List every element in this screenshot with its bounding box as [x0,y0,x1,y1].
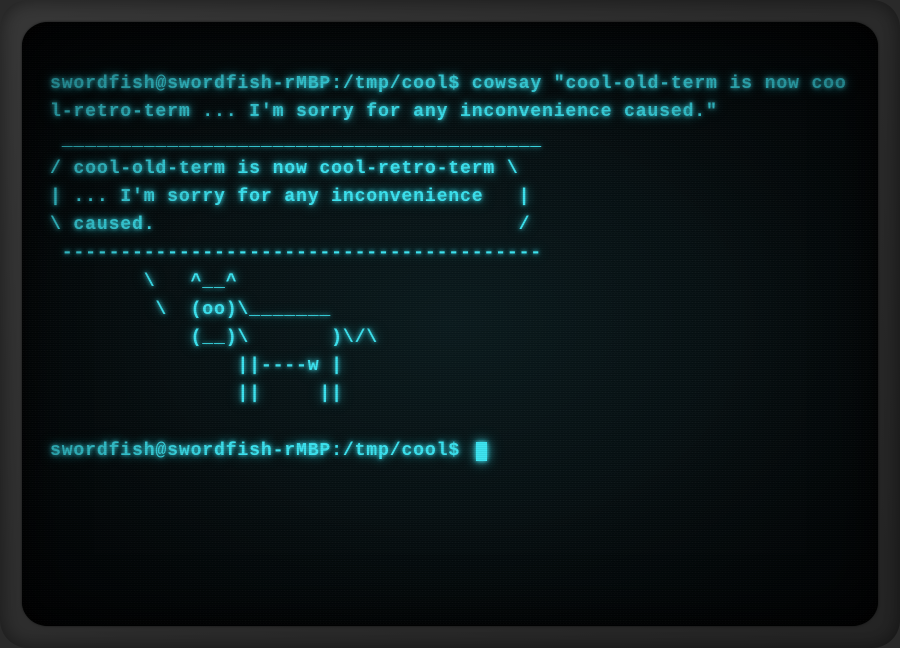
prompt-symbol: $ [448,74,460,94]
crt-monitor-frame: swordfish@swordfish-rMBP:/tmp/cool$ cows… [0,0,900,648]
command-line-1: swordfish@swordfish-rMBP:/tmp/cool$ cows… [50,70,850,126]
prompt-path: /tmp/cool [343,74,448,94]
prompt-path: /tmp/cool [343,441,448,461]
crt-screen: swordfish@swordfish-rMBP:/tmp/cool$ cows… [22,22,878,626]
cowsay-ascii-output: ________________________________________… [50,127,850,409]
prompt-symbol: $ [448,441,460,461]
prompt-user-host: swordfish@swordfish-rMBP [50,441,331,461]
prompt-user-host: swordfish@swordfish-rMBP [50,74,331,94]
terminal-output[interactable]: swordfish@swordfish-rMBP:/tmp/cool$ cows… [50,42,850,521]
command-line-2[interactable]: swordfish@swordfish-rMBP:/tmp/cool$ [50,437,850,465]
cursor-block-icon [476,442,487,461]
